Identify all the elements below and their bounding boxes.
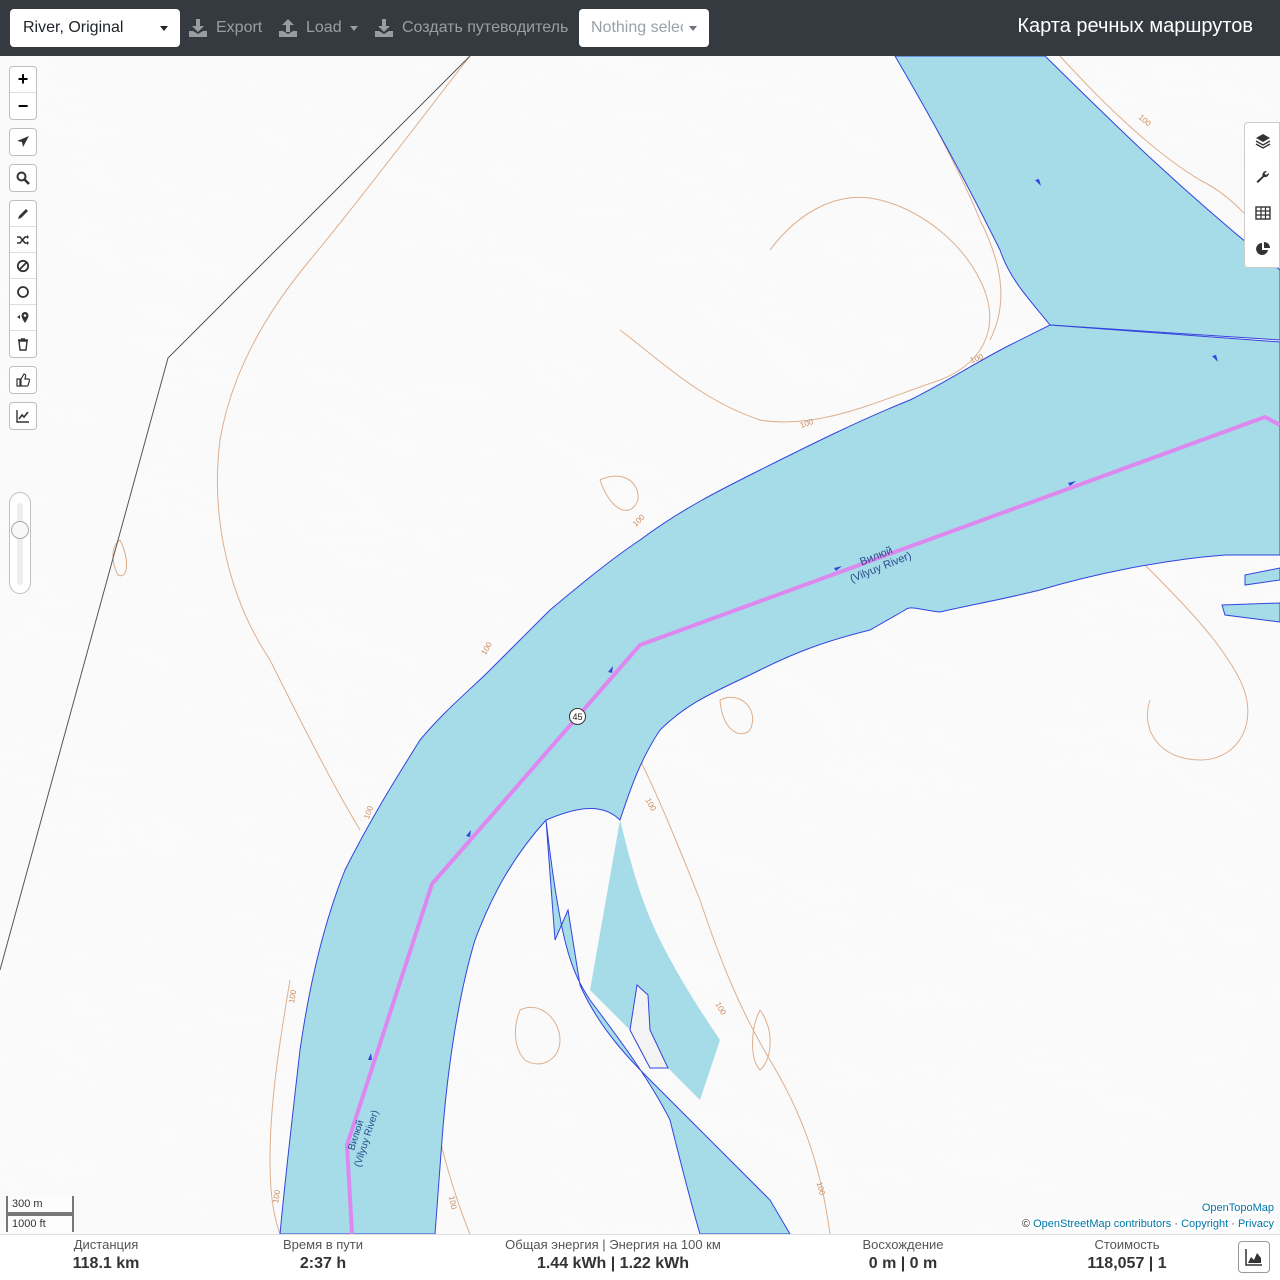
export-button[interactable]: Export <box>188 14 262 42</box>
layers-icon <box>1255 134 1271 149</box>
map-options-control <box>1244 122 1280 268</box>
opentopomap-link[interactable]: OpenTopoMap <box>1202 1202 1274 1214</box>
track-select-placeholder: Nothing selected <box>591 19 683 36</box>
search-button[interactable] <box>10 165 36 191</box>
download-icon <box>189 19 207 37</box>
zoom-in-button[interactable]: + <box>10 67 36 93</box>
route-stats-bar: Дистанция 118.1 km Время в пути 2:37 h О… <box>0 1234 1280 1280</box>
thumbs-up-icon <box>16 373 30 387</box>
load-label: Load <box>306 19 342 36</box>
stat-cost-label: Стоимость <box>1094 1237 1160 1252</box>
stat-ascent: Восхождение 0 m | 0 m <box>848 1237 958 1273</box>
zoom-slider[interactable] <box>9 492 31 594</box>
zoom-out-button[interactable]: − <box>10 93 36 119</box>
draw-toolbar <box>9 200 37 358</box>
locate-control <box>9 128 37 156</box>
stat-distance: Дистанция 118.1 km <box>56 1237 156 1273</box>
map-pin-icon <box>17 311 29 323</box>
map-canvas[interactable]: Вилюй (Vilyuy River) Вилюй (Vilyuy River… <box>0 56 1280 1234</box>
elevation-profile-button[interactable] <box>10 403 36 429</box>
line-chart-icon <box>16 410 29 423</box>
circle-icon <box>17 285 29 298</box>
zoom-slider-handle[interactable] <box>11 521 29 539</box>
osm-link[interactable]: OpenStreetMap contributors <box>1033 1218 1171 1230</box>
top-navbar: River, Original Export Load Создать путе… <box>0 0 1280 56</box>
stat-energy-label: Общая энергия | Энергия на 100 км <box>505 1237 721 1252</box>
trash-icon <box>18 338 28 351</box>
plus-icon: + <box>17 69 29 89</box>
stat-ascent-value: 0 m | 0 m <box>868 1255 938 1272</box>
shuffle-icon <box>17 234 29 245</box>
map-attribution: © OpenStreetMap contributors · Copyright… <box>1019 1218 1276 1230</box>
scale-metric: 300 m <box>6 1196 74 1214</box>
profile-select[interactable]: River, Original <box>10 9 180 47</box>
separator: · <box>1231 1218 1235 1230</box>
profile-select-value: River, Original <box>23 19 124 36</box>
delete-route-button[interactable] <box>10 331 36 357</box>
copyright-link[interactable]: Copyright <box>1181 1218 1228 1230</box>
separator: · <box>1174 1218 1178 1230</box>
data-table-button[interactable] <box>1245 195 1280 231</box>
load-button[interactable]: Load <box>278 14 358 42</box>
elevation-control <box>9 402 37 430</box>
feedback-button[interactable] <box>10 367 36 393</box>
create-guide-label: Создать путеводитель <box>402 19 569 36</box>
stat-distance-value: 118.1 km <box>72 1255 140 1272</box>
stat-cost-value: 118,057 | 1 <box>1087 1255 1167 1272</box>
poi-button[interactable] <box>10 305 36 331</box>
stat-cost: Стоимость 118,057 | 1 <box>1072 1237 1182 1273</box>
stat-time: Время в пути 2:37 h <box>268 1237 378 1273</box>
table-icon <box>1255 206 1271 220</box>
route-marker[interactable]: 45 <box>569 708 586 725</box>
stat-distance-label: Дистанция <box>73 1237 139 1252</box>
create-guide-button[interactable]: Создать путеводитель <box>374 14 568 42</box>
stat-time-label: Время в пути <box>283 1237 363 1252</box>
map-tiles <box>0 56 1280 1234</box>
locate-button[interactable] <box>10 129 36 155</box>
reverse-route-button[interactable] <box>10 227 36 253</box>
upload-icon <box>279 19 297 37</box>
chevron-down-icon <box>160 26 168 31</box>
pencil-icon <box>18 208 28 219</box>
stat-ascent-label: Восхождение <box>862 1237 944 1252</box>
stat-time-value: 2:37 h <box>299 1255 347 1272</box>
track-select[interactable]: Nothing selected <box>579 9 709 47</box>
elevation-chart-button[interactable] <box>1238 1241 1270 1273</box>
minus-icon: − <box>17 95 29 116</box>
wrench-icon <box>1256 170 1270 183</box>
search-control <box>9 164 37 192</box>
chevron-down-icon <box>689 26 697 31</box>
pie-chart-icon <box>1256 242 1270 255</box>
export-label: Export <box>216 19 263 36</box>
search-icon <box>16 171 30 185</box>
zoom-control: + − <box>9 66 37 120</box>
zoom-slider-track <box>17 503 23 585</box>
feedback-control <box>9 366 37 394</box>
draw-route-button[interactable] <box>10 201 36 227</box>
scale-imperial: 1000 ft <box>6 1214 74 1232</box>
settings-button[interactable] <box>1245 159 1280 195</box>
stat-energy-value: 1.44 kWh | 1.22 kWh <box>536 1255 690 1272</box>
area-chart-icon <box>1245 1249 1262 1266</box>
copyright-symbol: © <box>1021 1218 1031 1230</box>
circle-button[interactable] <box>10 279 36 305</box>
location-arrow-icon <box>17 136 29 147</box>
privacy-link[interactable]: Privacy <box>1238 1218 1274 1230</box>
tile-attribution[interactable]: OpenTopoMap <box>1199 1202 1276 1214</box>
no-go-area-button[interactable] <box>10 253 36 279</box>
app-title: Карта речных маршрутов <box>1017 15 1253 37</box>
statistics-button[interactable] <box>1245 231 1280 267</box>
layers-button[interactable] <box>1245 123 1280 159</box>
download-icon <box>375 19 393 37</box>
chevron-down-icon <box>349 25 358 31</box>
scale-bar: 300 m 1000 ft <box>6 1196 74 1232</box>
ban-icon <box>16 259 30 272</box>
stat-energy: Общая энергия | Энергия на 100 км 1.44 k… <box>498 1237 728 1273</box>
